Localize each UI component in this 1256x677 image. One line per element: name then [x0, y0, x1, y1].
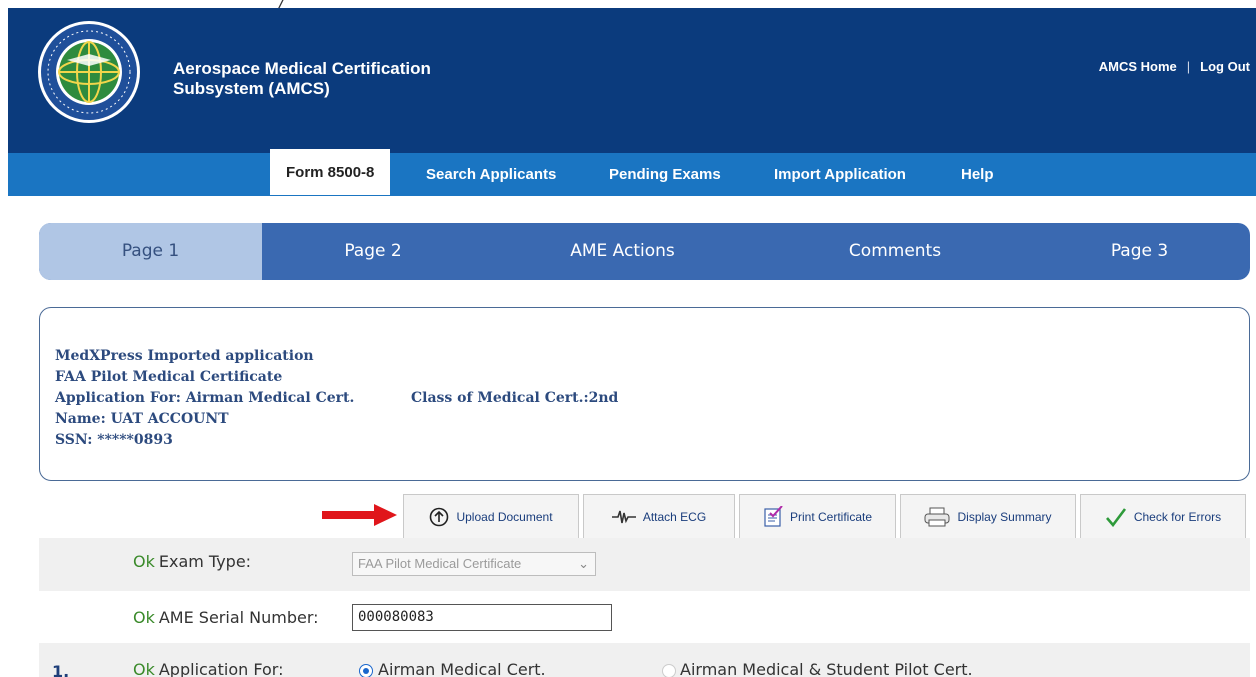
faa-seal-logo [38, 21, 140, 123]
radio-airman-student-pilot-label: Airman Medical & Student Pilot Cert. [680, 660, 973, 677]
app-header: Aerospace Medical Certification Subsyste… [8, 8, 1256, 153]
chevron-down-icon: ⌄ [578, 556, 589, 571]
display-summary-label: Display Summary [957, 509, 1052, 524]
info-import-source: MedXPress Imported application [55, 348, 314, 364]
check-for-errors-label: Check for Errors [1133, 509, 1222, 524]
exam-type-select[interactable]: FAA Pilot Medical Certificate ⌄ [352, 552, 596, 576]
ok-indicator: Ok [133, 660, 155, 677]
info-name: Name: UAT ACCOUNT [55, 411, 229, 427]
info-ssn: SSN: *****0893 [55, 432, 173, 448]
application-for-label-text: Application For: [158, 660, 284, 677]
app-title: Aerospace Medical Certification Subsyste… [173, 59, 493, 99]
main-nav: Form 8500-8 Search Applicants Pending Ex… [8, 149, 1256, 196]
amcs-home-link[interactable]: AMCS Home [1099, 59, 1177, 74]
radio-airman-medical-label: Airman Medical Cert. [378, 660, 546, 677]
ok-indicator: Ok [133, 552, 155, 571]
radio-airman-student-pilot[interactable] [662, 664, 676, 677]
page-tabs-bar: Page 1 Page 2 AME Actions Comments Page … [39, 223, 1250, 280]
app-title-line2: Subsystem (AMCS) [173, 79, 330, 98]
print-certificate-button[interactable]: Print Certificate [739, 494, 896, 538]
red-arrow-indicator [322, 504, 397, 526]
print-certificate-label: Print Certificate [789, 509, 873, 524]
display-summary-button[interactable]: Display Summary [900, 494, 1076, 538]
radio-airman-medical[interactable] [359, 664, 373, 677]
nav-tab-search-applicants[interactable]: Search Applicants [426, 153, 556, 196]
upload-document-label: Upload Document [456, 509, 553, 524]
info-application-for: Application For: Airman Medical Cert. [55, 390, 355, 406]
page-tab-page-3[interactable]: Page 3 [1029, 223, 1250, 280]
log-out-link[interactable]: Log Out [1200, 59, 1250, 74]
upload-icon [429, 507, 449, 527]
question-number: 1. [52, 662, 70, 677]
link-separator: | [1186, 59, 1191, 74]
upload-document-button[interactable]: Upload Document [403, 494, 579, 538]
ame-serial-label: Ok AME Serial Number: [133, 608, 319, 627]
exam-type-label: Ok Exam Type: [133, 552, 251, 571]
ame-serial-input[interactable]: 000080083 [352, 604, 612, 631]
exam-type-value: FAA Pilot Medical Certificate [358, 556, 522, 571]
page-tab-page-2[interactable]: Page 2 [262, 223, 484, 280]
top-links: AMCS Home | Log Out [1099, 59, 1250, 74]
application-info-box: MedXPress Imported application FAA Pilot… [39, 307, 1250, 481]
checkmark-icon [1105, 507, 1127, 527]
nav-tab-form-8500-8[interactable]: Form 8500-8 [270, 149, 391, 195]
top-strip: / [0, 0, 1256, 13]
application-for-label: Ok Application For: [133, 660, 283, 677]
page-tab-page-1[interactable]: Page 1 [39, 223, 262, 280]
ame-serial-label-text: AME Serial Number: [158, 608, 319, 627]
page-tab-ame-actions[interactable]: AME Actions [484, 223, 761, 280]
print-certificate-icon [763, 505, 783, 528]
nav-tab-help[interactable]: Help [961, 153, 994, 196]
nav-tab-pending-exams[interactable]: Pending Exams [609, 153, 721, 196]
attach-ecg-label: Attach ECG [642, 509, 707, 524]
app-title-line1: Aerospace Medical Certification [173, 59, 431, 78]
attach-ecg-button[interactable]: Attach ECG [583, 494, 735, 538]
page-tab-comments[interactable]: Comments [761, 223, 1029, 280]
nav-tab-import-application[interactable]: Import Application [774, 153, 906, 196]
info-class-of-cert: Class of Medical Cert.:2nd [411, 390, 619, 406]
ecg-icon [611, 509, 636, 525]
ok-indicator: Ok [133, 608, 155, 627]
exam-type-label-text: Exam Type: [158, 552, 252, 571]
printer-icon [924, 507, 950, 527]
check-for-errors-button[interactable]: Check for Errors [1080, 494, 1246, 538]
info-cert-type: FAA Pilot Medical Certificate [55, 369, 283, 385]
